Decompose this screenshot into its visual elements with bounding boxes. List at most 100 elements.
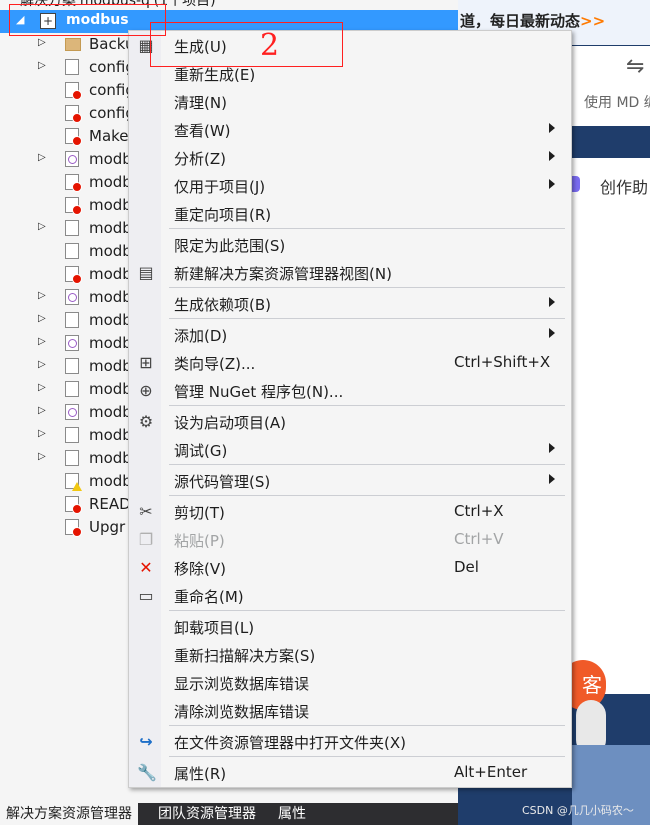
menu-item[interactable]: 生成依赖项(B) xyxy=(129,289,571,317)
error-badge-icon xyxy=(72,90,82,100)
banner-more-link[interactable]: >> xyxy=(580,12,605,30)
menu-item[interactable]: 清除浏览数据库错误 xyxy=(129,696,571,724)
tree-item-label: modb xyxy=(89,265,132,283)
menu-item[interactable]: 显示浏览数据库错误 xyxy=(129,668,571,696)
menu-item[interactable]: 查看(W) xyxy=(129,115,571,143)
tab-solution-explorer[interactable]: 解决方案资源管理器 xyxy=(0,803,138,825)
folder-icon xyxy=(65,38,81,51)
menu-item-label: 清理(N) xyxy=(174,94,227,112)
annotation-box-build xyxy=(150,22,343,67)
menu-item[interactable]: 清理(N) xyxy=(129,87,571,115)
menu-item-label: 设为启动项目(A) xyxy=(174,414,286,432)
menu-item[interactable]: ✕ 移除(V) Del xyxy=(129,553,571,581)
expand-arrow-icon[interactable]: ▷ xyxy=(38,336,46,347)
bottom-tab-bar: 解决方案资源管理器 团队资源管理器 属性 xyxy=(0,803,458,825)
tab-properties[interactable]: 属性 xyxy=(272,803,312,825)
tree-item-label: modb xyxy=(89,380,132,398)
menu-item-label: 源代码管理(S) xyxy=(174,473,271,491)
expand-arrow-icon[interactable]: ▷ xyxy=(38,359,46,370)
menu-item[interactable]: 分析(Z) xyxy=(129,143,571,171)
tree-item-label: modb xyxy=(89,288,132,306)
submenu-arrow-icon xyxy=(549,474,555,484)
menu-item[interactable]: 限定为此范围(S) xyxy=(129,230,571,258)
tree-item-label: modb xyxy=(89,403,132,421)
error-badge-icon xyxy=(72,205,82,215)
file-icon xyxy=(65,174,82,192)
annotation-number: 2 xyxy=(260,28,280,63)
menu-item-label: 属性(R) xyxy=(174,765,227,783)
file-icon xyxy=(65,519,82,537)
menu-item[interactable]: 添加(D) xyxy=(129,320,571,348)
file-icon xyxy=(65,427,79,443)
scissors-icon: ✂ xyxy=(139,502,153,521)
tree-item-label: modb xyxy=(89,357,132,375)
expand-arrow-icon[interactable]: ▷ xyxy=(38,405,46,416)
file-icon xyxy=(65,473,82,491)
annotation-box-project xyxy=(9,4,166,36)
error-badge-icon xyxy=(72,136,82,146)
menu-item-label: 卸载项目(L) xyxy=(174,619,255,637)
warning-badge-icon xyxy=(72,482,82,491)
remove-icon: ✕ xyxy=(139,558,153,577)
menu-item[interactable]: ⊞ 类向导(Z)... Ctrl+Shift+X xyxy=(129,348,571,376)
file-icon xyxy=(65,82,82,100)
menu-item[interactable]: ▤ 新建解决方案资源管理器视图(N) xyxy=(129,258,571,286)
tree-item-label: modb xyxy=(89,173,132,191)
tree-item-label: READ xyxy=(89,495,131,513)
menu-item[interactable]: 源代码管理(S) xyxy=(129,466,571,494)
file-icon xyxy=(65,197,82,215)
menu-item-label: 查看(W) xyxy=(174,122,231,140)
file-icon xyxy=(65,358,79,374)
menu-item[interactable]: 🔧 属性(R) Alt+Enter xyxy=(129,758,571,786)
tree-item-label: modb xyxy=(89,311,132,329)
expand-arrow-icon[interactable]: ▷ xyxy=(38,290,46,301)
menu-separator xyxy=(169,610,565,611)
menu-item-label: 类向导(Z)... xyxy=(174,355,256,373)
expand-arrow-icon[interactable]: ▷ xyxy=(38,60,46,71)
tree-item-label: modb xyxy=(89,150,132,168)
submenu-arrow-icon xyxy=(549,123,555,133)
expand-arrow-icon[interactable]: ▷ xyxy=(38,313,46,324)
menu-item[interactable]: ⊕ 管理 NuGet 程序包(N)... xyxy=(129,376,571,404)
menu-item[interactable]: 仅用于项目(J) xyxy=(129,171,571,199)
expand-arrow-icon[interactable]: ▷ xyxy=(38,382,46,393)
file-icon xyxy=(65,312,79,328)
menu-separator xyxy=(169,495,565,496)
file-icon xyxy=(65,105,82,123)
tab-team-explorer[interactable]: 团队资源管理器 xyxy=(152,803,262,825)
menu-item[interactable]: ↪ 在文件资源管理器中打开文件夹(X) xyxy=(129,727,571,755)
menu-item[interactable]: ✂ 剪切(T) Ctrl+X xyxy=(129,497,571,525)
expand-arrow-icon[interactable]: ▷ xyxy=(38,428,46,439)
cs-file-icon xyxy=(65,404,79,420)
menu-separator xyxy=(169,318,565,319)
banner-text: 道，每日最新动态 xyxy=(460,12,581,30)
menu-item[interactable]: 卸载项目(L) xyxy=(129,612,571,640)
menu-item-label: 重定向项目(R) xyxy=(174,206,272,224)
menu-separator xyxy=(169,464,565,465)
menu-separator xyxy=(169,756,565,757)
expand-arrow-icon[interactable]: ▷ xyxy=(38,451,46,462)
menu-item-label: 添加(D) xyxy=(174,327,228,345)
menu-item[interactable]: ⚙ 设为启动项目(A) xyxy=(129,407,571,435)
expand-arrow-icon[interactable]: ▷ xyxy=(38,221,46,232)
menu-item-label: 仅用于项目(J) xyxy=(174,178,266,196)
md-editor-text: 使用 MD 编 xyxy=(584,95,650,111)
menu-item-label: 限定为此范围(S) xyxy=(174,237,286,255)
cs-file-icon xyxy=(65,289,79,305)
menu-item[interactable]: 重新扫描解决方案(S) xyxy=(129,640,571,668)
error-badge-icon xyxy=(72,113,82,123)
paste-icon: ❐ xyxy=(138,530,154,549)
tree-item-label: modb xyxy=(89,472,132,490)
menu-item[interactable]: ▭ 重命名(M) xyxy=(129,581,571,609)
menu-item-label: 清除浏览数据库错误 xyxy=(174,703,310,721)
menu-item[interactable]: 重定向项目(R) xyxy=(129,199,571,227)
tree-item-label: Make xyxy=(89,127,129,145)
menu-item-label: 调试(G) xyxy=(174,442,228,460)
submenu-arrow-icon xyxy=(549,151,555,161)
menu-item-label: 重新生成(E) xyxy=(174,66,256,84)
file-icon xyxy=(65,381,79,397)
file-icon xyxy=(65,496,82,514)
menu-item[interactable]: 调试(G) xyxy=(129,435,571,463)
expand-arrow-icon[interactable]: ▷ xyxy=(38,152,46,163)
expand-arrow-icon[interactable]: ▷ xyxy=(38,37,46,48)
